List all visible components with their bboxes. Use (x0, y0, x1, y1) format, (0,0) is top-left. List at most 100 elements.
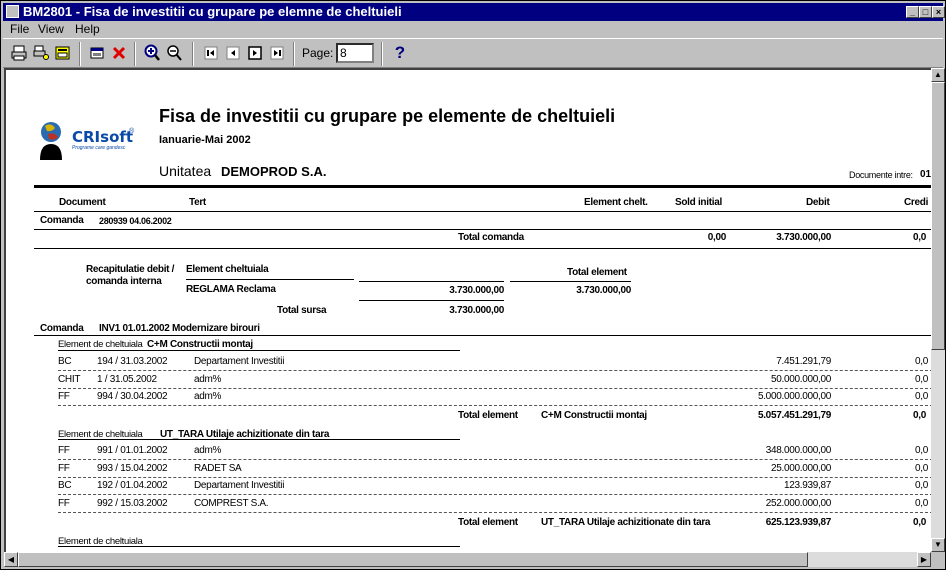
divider (34, 335, 931, 336)
cmd1-value: 280939 04.06.2002 (99, 216, 172, 226)
divider (510, 281, 631, 282)
row-doc-number: 992 / 15.03.2002 (97, 497, 168, 509)
close-button[interactable]: × (932, 6, 945, 18)
recap-sursa-value: 3.730.000,00 (449, 305, 504, 316)
recap-row-element: REGLAMA Reclama (186, 284, 276, 295)
page-label: Page: (302, 46, 334, 60)
row-debit: 7.451.291,79 (776, 356, 831, 367)
cmd2-value: INV1 01.01.2002 Modernizare birouri (99, 323, 260, 334)
horizontal-scroll-thumb[interactable] (18, 552, 808, 567)
help-icon[interactable]: ? (390, 43, 410, 63)
row-credit: 0,0 (915, 445, 929, 456)
row-credit: 0,0 (915, 462, 929, 474)
scroll-down-icon[interactable]: ▼ (931, 538, 945, 552)
page-input[interactable]: 8 (336, 43, 374, 63)
row-doc-type: FF (58, 462, 70, 474)
row-debit: 5.000.000.000,00 (757, 391, 831, 402)
row-debit: 348.000.000,00 (765, 445, 832, 456)
row-doc-number: 993 / 15.04.2002 (97, 462, 168, 474)
print-icon[interactable] (9, 43, 29, 63)
row-credit: 0,0 (915, 497, 929, 509)
row-doc-type: BC (58, 480, 72, 491)
title-bar[interactable]: BM2801 - Fisa de investitii cu grupare p… (3, 3, 945, 21)
scroll-corner (931, 552, 945, 567)
first-page-icon[interactable] (201, 43, 221, 63)
row-tert: COMPREST S.A. (194, 497, 269, 509)
divider (58, 350, 460, 351)
row-divider (58, 370, 931, 371)
cmd1-label: Comanda (40, 215, 84, 226)
row-debit: 50.000.000,00 (770, 373, 831, 385)
row-divider (58, 494, 931, 495)
header-credit: Credi (904, 197, 929, 208)
cmd1-total-debit: 3.730.000,00 (776, 232, 831, 243)
row-doc-number: 991 / 01.01.2002 (97, 445, 168, 456)
row-tert: adm% (194, 391, 222, 402)
vertical-scroll-thumb[interactable] (931, 82, 945, 350)
recap-col-element: Element cheltuiala (186, 264, 269, 275)
logo-tagline: Programe care gandesc (72, 145, 126, 151)
report-window: BM2801 - Fisa de investitii cu grupare p… (0, 0, 946, 570)
close-report-icon[interactable] (109, 43, 129, 63)
cmd1-total-sold: 0,00 (707, 232, 727, 243)
last-page-icon[interactable] (267, 43, 287, 63)
vertical-scrollbar[interactable]: ▲ ▼ (931, 68, 945, 552)
row-doc-number: 192 / 01.04.2002 (97, 480, 168, 491)
maximize-button[interactable]: □ (919, 6, 932, 18)
row-divider (58, 476, 931, 478)
header-sold: Sold initial (675, 197, 722, 208)
row-debit: 123.939,87 (783, 480, 831, 491)
zoom-in-icon[interactable] (142, 43, 162, 63)
row-doc-number: 194 / 31.03.2002 (97, 356, 168, 367)
recap-row-value: 3.730.000,00 (449, 285, 504, 296)
cmd2-label: Comanda (40, 323, 84, 334)
cmd1-total-label: Total comanda (458, 232, 524, 243)
divider (359, 281, 504, 282)
row-credit: 0,0 (915, 480, 929, 491)
window-title: BM2801 - Fisa de investitii cu grupare p… (23, 4, 402, 19)
zoom-out-icon[interactable] (164, 43, 184, 63)
row-divider (58, 511, 931, 513)
header-rule (34, 185, 931, 188)
unit-label: Unitatea (159, 163, 212, 179)
app-icon[interactable] (6, 5, 19, 18)
print-setup-icon[interactable] (31, 43, 51, 63)
next-page-icon[interactable] (245, 43, 265, 63)
report-period: Ianuarie-Mai 2002 (159, 134, 251, 146)
toolbar-separator (79, 42, 81, 66)
menu-view[interactable]: View (38, 21, 64, 37)
toolbar-separator (134, 42, 136, 66)
export-icon[interactable] (53, 43, 73, 63)
menu-file[interactable]: File (10, 21, 29, 37)
elem1-total-label: Total element (458, 410, 518, 421)
scroll-up-icon[interactable]: ▲ (931, 68, 945, 82)
report-page: CRIsoft ® Programe care gandesc Fisa de … (6, 70, 931, 552)
unit-name: DEMOPROD S.A. (221, 164, 327, 179)
recap-label-1: Recapitulatie debit / (86, 264, 175, 275)
elem1-total-debit: 5.057.451.291,79 (757, 410, 831, 421)
scroll-right-icon[interactable]: ▶ (917, 552, 931, 567)
divider (58, 546, 460, 547)
toolbar-separator (381, 42, 383, 66)
row-tert: adm% (194, 373, 222, 385)
window-icon[interactable] (87, 43, 107, 63)
row-debit: 25.000.000,00 (770, 462, 831, 474)
divider (34, 211, 931, 212)
elem2-total-debit: 625.123.939,87 (765, 517, 832, 528)
horizontal-scrollbar[interactable]: ◀ ▶ (4, 552, 931, 567)
row-credit: 0,0 (915, 391, 929, 402)
row-divider (58, 405, 931, 406)
report-viewport[interactable]: CRIsoft ® Programe care gandesc Fisa de … (4, 68, 931, 552)
prev-page-icon[interactable] (223, 43, 243, 63)
toolbar: Page: 8 ? (3, 38, 943, 68)
elem1-code: C+M Constructii montaj (147, 339, 253, 350)
scroll-left-icon[interactable]: ◀ (4, 552, 18, 567)
row-tert: adm% (194, 445, 222, 456)
recap-col-total: Total element (567, 267, 627, 278)
header-tert: Tert (189, 197, 206, 208)
minimize-button[interactable]: _ (906, 6, 919, 18)
row-credit: 0,0 (915, 373, 929, 385)
row-debit: 252.000.000,00 (765, 497, 832, 509)
menu-help[interactable]: Help (75, 21, 100, 37)
row-divider (58, 459, 931, 460)
